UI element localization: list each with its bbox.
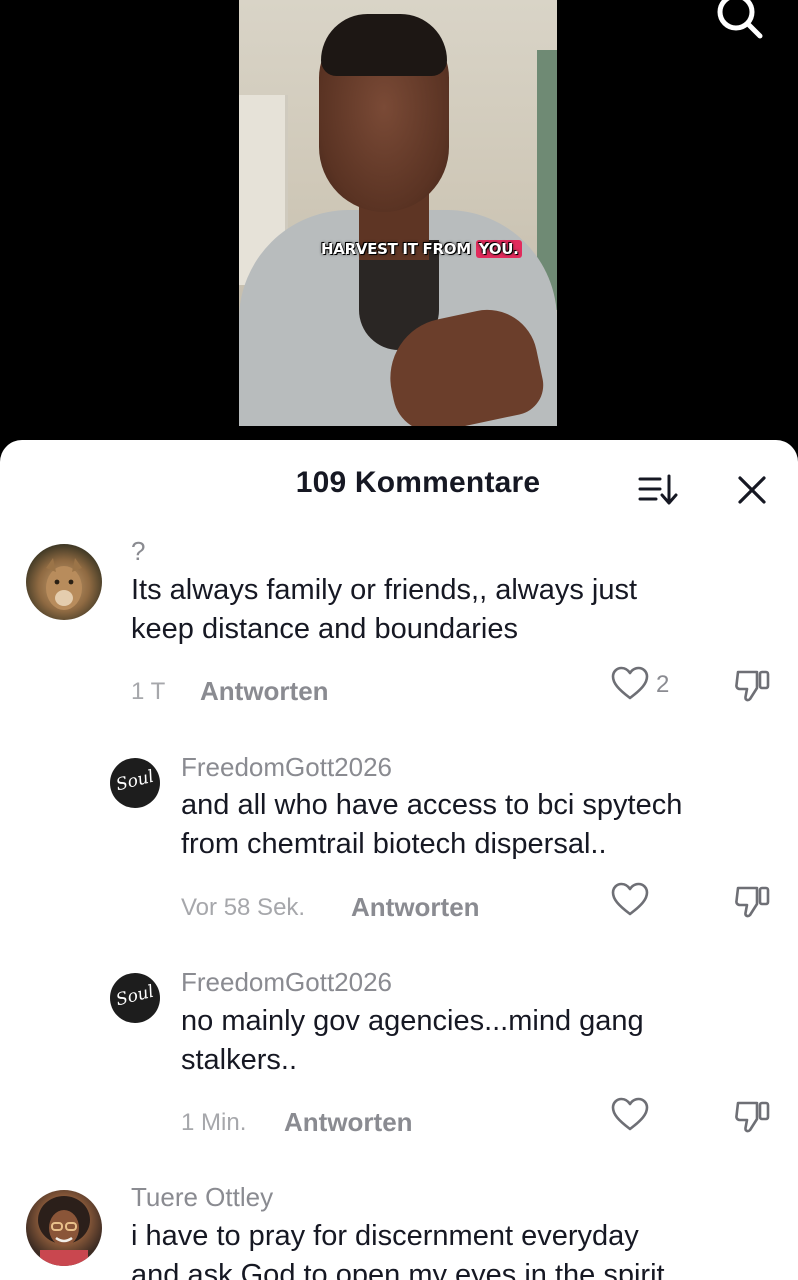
comments-sheet: 109 Kommentare ? Its always family or fr…: [0, 440, 798, 1280]
comment-text: i have to pray for discernment everyday …: [131, 1217, 665, 1280]
comment-text-line: and all who have access to bci spytech: [181, 789, 683, 821]
comment-text: and all who have access to bci spytech f…: [181, 786, 682, 864]
comment-time: Vor 58 Sek.: [181, 894, 306, 921]
like-button[interactable]: [610, 880, 650, 920]
comment-text-line: stalkers..: [181, 1044, 298, 1076]
reply-button[interactable]: Antworten: [351, 892, 480, 923]
comment-username[interactable]: Tuere Ottley: [131, 1182, 273, 1213]
heart-icon: [611, 666, 649, 700]
search-icon: [717, 0, 763, 39]
close-icon: [738, 476, 766, 504]
avatar[interactable]: [26, 544, 102, 620]
reply-button[interactable]: Antworten: [284, 1107, 413, 1138]
avatar[interactable]: Soul: [110, 758, 160, 808]
comment-text-line: and ask God to open my eyes in the spiri…: [131, 1259, 665, 1280]
comment-text: no mainly gov agencies...mind gang stalk…: [181, 1002, 644, 1080]
like-button[interactable]: [610, 1095, 650, 1135]
like-button[interactable]: [610, 664, 650, 704]
sort-button[interactable]: [636, 470, 678, 510]
comment-text-line: keep distance and boundaries: [131, 613, 518, 645]
comment-username[interactable]: FreedomGott2026: [181, 967, 392, 998]
comment-text-line: from chemtrail biotech dispersal..: [181, 828, 607, 860]
dislike-button[interactable]: [733, 666, 773, 706]
video-player[interactable]: HARVEST IT FROM YOU.: [0, 0, 798, 450]
heart-icon: [611, 882, 649, 916]
dislike-button[interactable]: [733, 1097, 773, 1137]
avatar[interactable]: [26, 1190, 102, 1266]
comment-time: 1 T: [131, 678, 166, 705]
soul-logo: Soul: [114, 981, 156, 1011]
video-frame[interactable]: HARVEST IT FROM YOU.: [239, 0, 557, 426]
cougar-avatar-image: [46, 558, 82, 610]
thumbs-down-icon: [735, 1101, 770, 1133]
comment-text-line: Its always family or friends,, always ju…: [131, 574, 638, 606]
soul-logo: Soul: [114, 766, 156, 796]
avatar[interactable]: Soul: [110, 973, 160, 1023]
thumbs-down-icon: [735, 670, 770, 702]
close-button[interactable]: [732, 470, 772, 510]
heart-icon: [611, 1097, 649, 1131]
comment-username[interactable]: ?: [131, 536, 145, 567]
dislike-button[interactable]: [733, 882, 773, 922]
caption-text: HARVEST IT FROM: [321, 240, 476, 258]
comment-text-line: no mainly gov agencies...mind gang: [181, 1005, 644, 1037]
thumbs-down-icon: [735, 886, 770, 918]
comments-count-title: 109 Kommentare: [295, 466, 541, 499]
search-button[interactable]: [710, 0, 766, 44]
person-hair: [321, 14, 447, 76]
like-count: 2: [656, 671, 670, 698]
profile-photo: [38, 1196, 90, 1266]
comment-text-line: i have to pray for discernment everyday: [131, 1220, 639, 1252]
video-caption: HARVEST IT FROM YOU.: [317, 238, 526, 260]
reply-button[interactable]: Antworten: [200, 676, 329, 707]
comment-time: 1 Min.: [181, 1109, 247, 1136]
comment-username[interactable]: FreedomGott2026: [181, 752, 392, 783]
caption-highlight: YOU.: [475, 240, 522, 258]
comment-text: Its always family or friends,, always ju…: [131, 571, 637, 649]
sort-icon: [638, 474, 678, 505]
